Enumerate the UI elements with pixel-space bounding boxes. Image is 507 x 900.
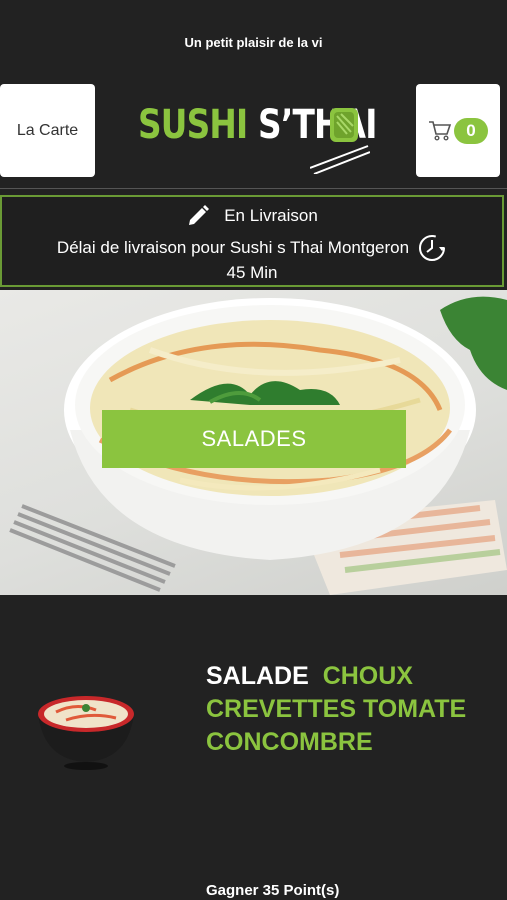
product-title-green-2: CREVETTES TOMATE [206,695,467,723]
menu-button[interactable]: La Carte [0,84,95,177]
salades-category-button[interactable]: SALADES [102,410,406,468]
category-banner[interactable]: SALADES [0,290,507,595]
product-title: SALADE CHOUX CREVETTES TOMATE CONCOMBRE [206,660,496,759]
delivery-delay-text: Délai de livraison pour Sushi s Thai Mon… [56,238,410,257]
cart-icon [429,120,452,141]
logo-text-green: SUSHI [138,102,248,148]
delivery-mode: En Livraison [224,206,318,225]
logo: SUSHI S’THAI [138,102,377,174]
menu-button-label: La Carte [16,121,79,139]
product-title-green-1: CHOUX [322,662,413,690]
product-title-green-3: CONCOMBRE [206,728,373,756]
pencil-icon [189,205,210,225]
cart-button[interactable]: 0 [416,84,500,177]
delivery-info[interactable]: En Livraison Délai de livraison pour Sus… [0,195,504,287]
tagline: Un petit plaisir de la vi [184,35,323,50]
delivery-duration: 45 Min [226,263,278,282]
clock-icon [419,235,446,261]
cart-count-badge: 0 [454,117,488,144]
header: La Carte SUSHI S’THAI 0 [0,84,507,178]
product-image [38,696,134,770]
salades-label: SALADES [201,426,307,451]
loyalty-points: Gagner 35 Point(s) [206,882,340,899]
logo-icon [310,108,370,174]
product-title-white: SALADE [206,662,309,690]
divider [0,188,507,189]
